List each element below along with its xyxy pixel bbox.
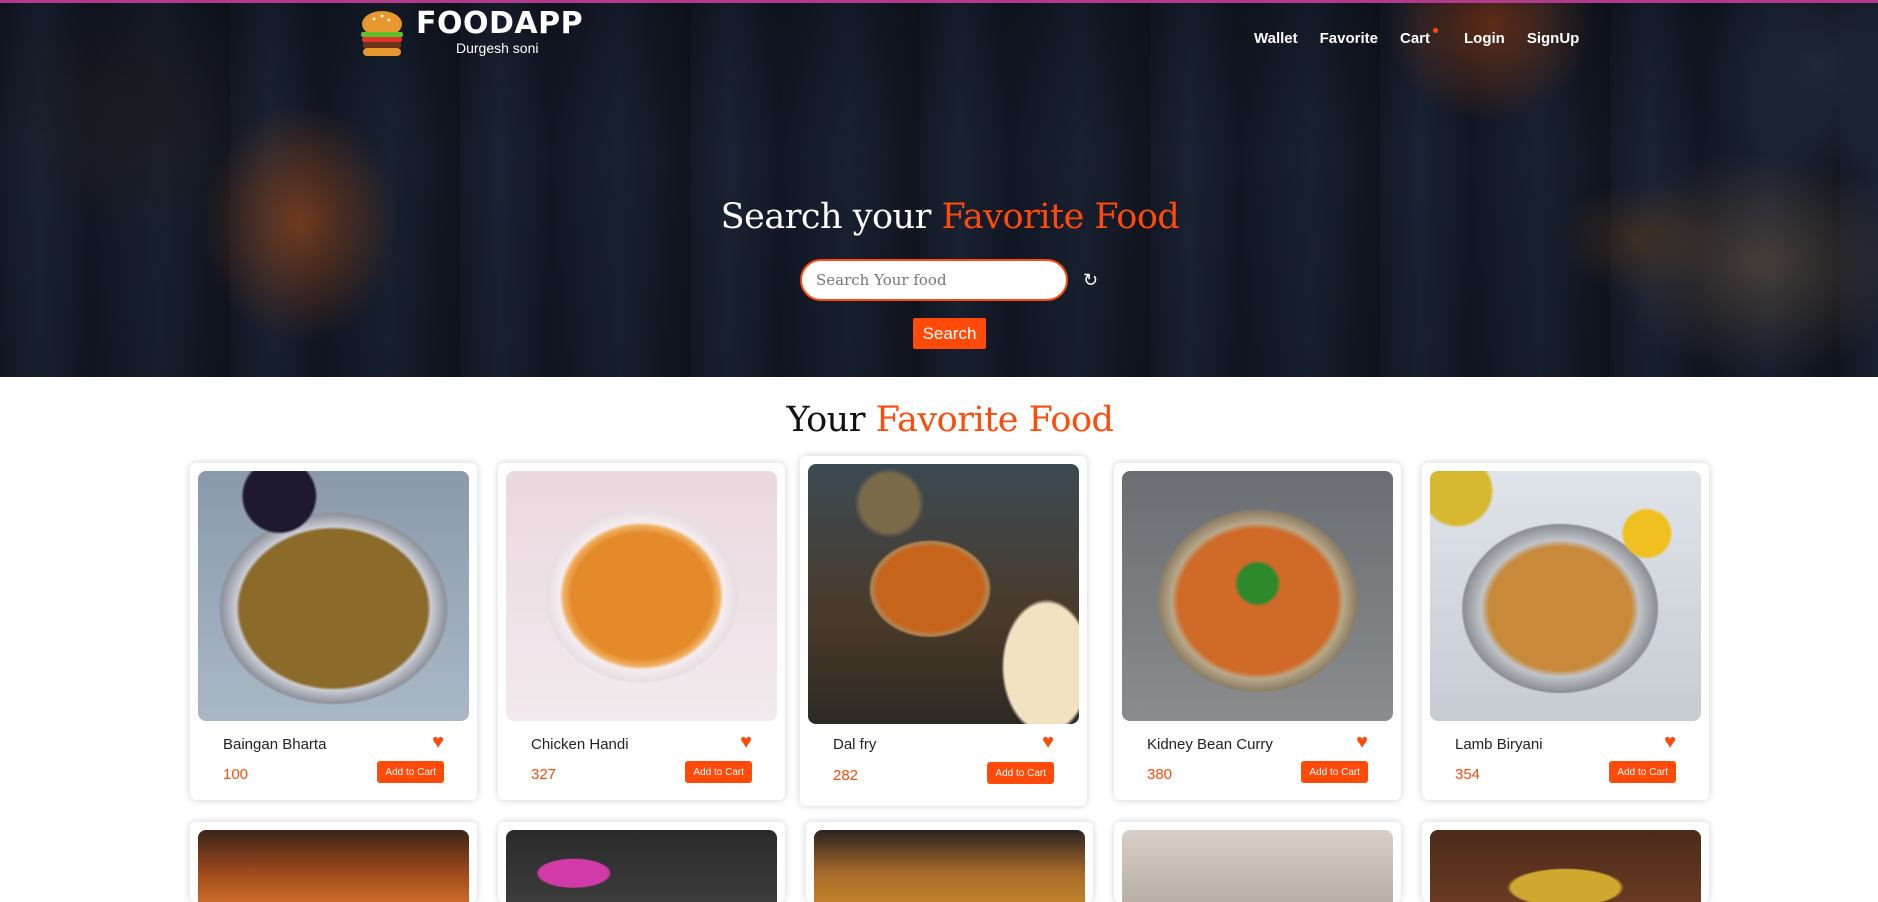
food-image[interactable] bbox=[506, 471, 777, 721]
cart-badge bbox=[1433, 28, 1438, 33]
nav-signup[interactable]: SignUp bbox=[1527, 30, 1580, 47]
add-to-cart-button[interactable]: Add to Cart bbox=[1609, 761, 1676, 783]
food-image[interactable] bbox=[1122, 471, 1393, 721]
refresh-icon[interactable]: ↻ bbox=[1083, 271, 1098, 289]
nav-cart-label: Cart bbox=[1399, 30, 1430, 47]
nav-favorite[interactable]: Favorite bbox=[1320, 30, 1378, 47]
food-price: 327 bbox=[531, 766, 557, 783]
food-image[interactable] bbox=[198, 471, 469, 721]
food-card: Chicken Handi ♥ 327 Add to Cart bbox=[498, 463, 785, 800]
food-name: Chicken Handi bbox=[531, 736, 629, 753]
add-to-cart-button[interactable]: Add to Cart bbox=[987, 762, 1054, 784]
food-image[interactable] bbox=[1430, 471, 1701, 721]
heart-icon[interactable]: ♥ bbox=[432, 731, 444, 754]
food-card bbox=[1114, 822, 1401, 902]
food-name: Baingan Bharta bbox=[223, 736, 327, 753]
food-card: Dal fry ♥ 282 Add to Cart bbox=[800, 456, 1087, 806]
food-image[interactable] bbox=[1122, 830, 1393, 902]
food-name: Lamb Biryani bbox=[1455, 736, 1543, 753]
brand-subtitle: Durgesh soni bbox=[456, 40, 539, 56]
food-card bbox=[1422, 822, 1709, 902]
hero-title: Search your Favorite Food bbox=[0, 197, 1878, 237]
heart-icon[interactable]: ♥ bbox=[1042, 731, 1054, 754]
brand-title: FOODAPP bbox=[416, 6, 584, 41]
food-card bbox=[190, 822, 477, 902]
heart-icon[interactable]: ♥ bbox=[1356, 731, 1368, 754]
food-image[interactable] bbox=[814, 830, 1085, 902]
add-to-cart-button[interactable]: Add to Cart bbox=[685, 761, 752, 783]
heart-icon[interactable]: ♥ bbox=[740, 731, 752, 754]
section-title: Your Favorite Food bbox=[0, 400, 1878, 440]
food-image[interactable] bbox=[198, 830, 469, 902]
brand-logo[interactable]: FOODAPP Durgesh soni bbox=[354, 6, 583, 62]
food-image[interactable] bbox=[808, 464, 1079, 724]
hero-title-accent: Favorite Food bbox=[941, 197, 1180, 237]
main-nav: Wallet Favorite Cart Login SignUp bbox=[1254, 28, 1601, 47]
food-card bbox=[806, 822, 1093, 902]
section-title-prefix: Your bbox=[786, 400, 866, 440]
food-price: 380 bbox=[1147, 766, 1173, 783]
add-to-cart-button[interactable]: Add to Cart bbox=[377, 761, 444, 783]
food-price: 100 bbox=[223, 766, 249, 783]
food-card: Kidney Bean Curry ♥ 380 Add to Cart bbox=[1114, 463, 1401, 800]
nav-login[interactable]: Login bbox=[1464, 30, 1505, 47]
food-card: Lamb Biryani ♥ 354 Add to Cart bbox=[1422, 463, 1709, 800]
nav-wallet[interactable]: Wallet bbox=[1254, 30, 1298, 47]
food-card: Baingan Bharta ♥ 100 Add to Cart bbox=[190, 463, 477, 800]
search-input[interactable] bbox=[800, 259, 1068, 301]
search-button[interactable]: Search bbox=[913, 318, 986, 349]
food-image[interactable] bbox=[506, 830, 777, 902]
heart-icon[interactable]: ♥ bbox=[1664, 731, 1676, 754]
food-name: Kidney Bean Curry bbox=[1147, 736, 1273, 753]
food-price: 354 bbox=[1455, 766, 1481, 783]
food-price: 282 bbox=[833, 767, 859, 784]
food-image[interactable] bbox=[1430, 830, 1701, 902]
add-to-cart-button[interactable]: Add to Cart bbox=[1301, 761, 1368, 783]
food-name: Dal fry bbox=[833, 736, 877, 753]
food-card bbox=[498, 822, 785, 902]
section-title-accent: Favorite Food bbox=[875, 400, 1114, 440]
hero-banner: FOODAPP Durgesh soni Wallet Favorite Car… bbox=[0, 0, 1878, 377]
burger-icon bbox=[354, 6, 410, 62]
nav-cart[interactable]: Cart bbox=[1399, 28, 1438, 47]
hero-title-prefix: Search your bbox=[720, 197, 932, 237]
